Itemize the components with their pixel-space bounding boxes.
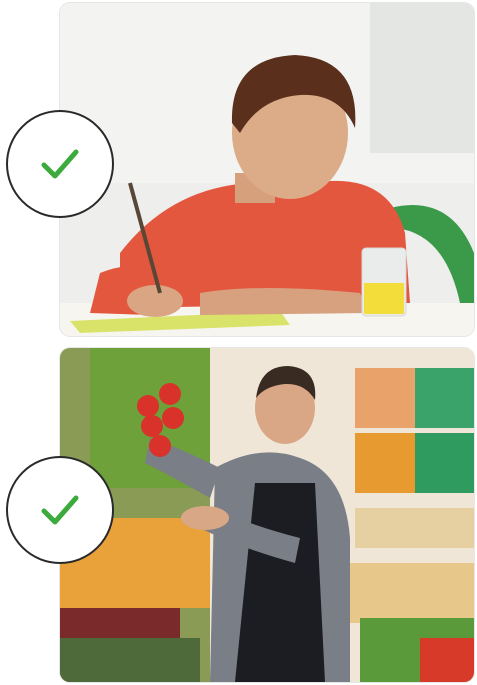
check-icon — [41, 495, 79, 525]
check-badge-1 — [6, 110, 114, 218]
check-badge-2 — [6, 456, 114, 564]
photo-card-grocer[interactable] — [60, 348, 474, 682]
grocer-holding-tomatoes-photo — [60, 348, 474, 682]
check-icon — [41, 149, 79, 179]
photo-card-boy-writing[interactable] — [60, 3, 474, 336]
boy-writing-photo — [60, 3, 474, 336]
